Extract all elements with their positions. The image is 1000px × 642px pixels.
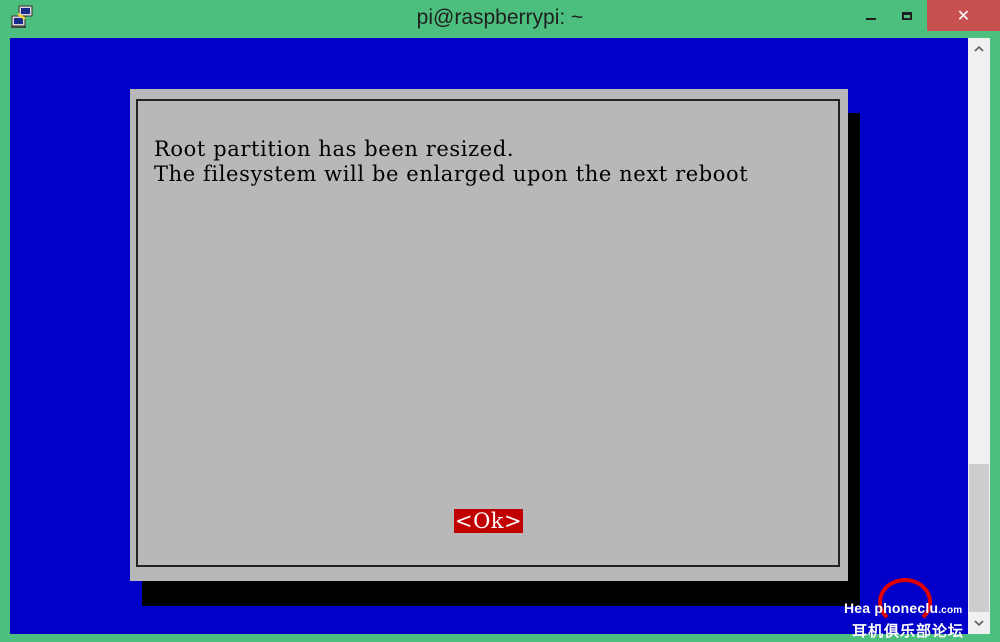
ok-button[interactable]: <Ok> (454, 509, 524, 533)
watermark-subtitle: 耳机俱乐部论坛 (852, 623, 965, 640)
maximize-icon (902, 11, 912, 20)
watermark-logo: Hea phoneclu.com 耳机俱乐部论坛 (842, 578, 1000, 642)
close-button[interactable]: ✕ (927, 0, 1000, 31)
window-frame-right (990, 38, 1000, 642)
minimize-icon (866, 17, 876, 20)
watermark-brand: Hea phoneclu.com (844, 600, 963, 616)
title-bar: pi@raspberrypi: ~ ✕ (0, 0, 1000, 38)
scroll-up-button[interactable] (968, 38, 990, 60)
dialog-message: Root partition has been resized. The fil… (154, 137, 749, 186)
message-dialog: Root partition has been resized. The fil… (130, 89, 848, 581)
chevron-up-icon (974, 46, 984, 52)
vertical-scrollbar[interactable] (968, 38, 990, 634)
close-icon: ✕ (956, 6, 971, 25)
